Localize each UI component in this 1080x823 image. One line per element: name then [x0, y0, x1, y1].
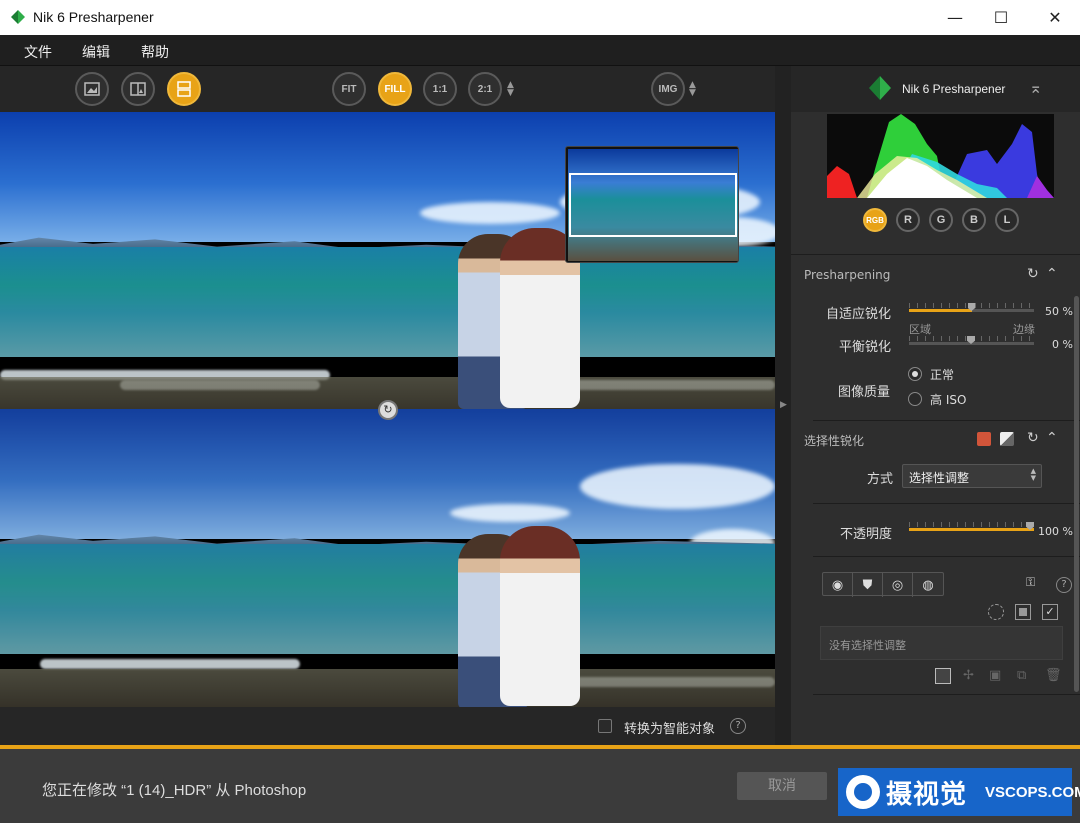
mask-view-icon[interactable] — [1015, 604, 1031, 620]
empty-list-text: 没有选择性调整 — [829, 639, 906, 652]
key-settings-icon[interactable]: ⚿ — [1026, 575, 1035, 590]
single-view-button[interactable] — [75, 72, 109, 106]
watermark-logo-icon — [846, 775, 880, 809]
panel-brand: Nik 6 Presharpener — [902, 82, 1006, 96]
selective-collapse-icon[interactable]: ⌃ — [1046, 430, 1058, 446]
histogram — [827, 114, 1054, 198]
img-stepper-icon[interactable]: ▲ ▼ — [689, 81, 697, 98]
ellipse-tool-icon[interactable]: ◎ — [883, 573, 913, 597]
maximize-button[interactable]: ☐ — [978, 0, 1024, 35]
split-view-icon — [130, 82, 146, 96]
navigator-thumbnail[interactable] — [565, 146, 739, 263]
help-icon[interactable]: ? — [730, 718, 746, 734]
watermark-text: 摄视觉 — [886, 780, 968, 810]
window-title: Nik 6 Presharpener — [33, 9, 154, 25]
preview-before — [0, 409, 775, 707]
channel-rgb-button[interactable]: RGB — [863, 208, 887, 232]
adjustments-list[interactable]: 没有选择性调整 — [820, 626, 1063, 660]
channel-l-button[interactable]: L — [995, 208, 1019, 232]
img-button[interactable]: IMG — [651, 72, 685, 106]
zoom-1to1-button[interactable]: 1:1 — [423, 72, 457, 106]
menu-help[interactable]: 帮助 — [141, 42, 169, 62]
zoom-fit-button[interactable]: FIT — [332, 72, 366, 106]
collapse-panel-icon[interactable]: ⌅ — [1029, 78, 1042, 97]
status-text: 您正在修改 “1 (14)_HDR” 从 Photoshop — [42, 782, 307, 799]
show-selection-icon[interactable] — [988, 604, 1004, 620]
quality-normal-label[interactable]: 正常 — [930, 366, 954, 383]
cancel-button[interactable]: 取消 — [737, 772, 827, 800]
preview-footer: 转换为智能对象 ? — [0, 707, 775, 745]
selective-help-icon[interactable]: ? — [1056, 577, 1072, 593]
balance-sharpening-label: 平衡锐化 — [839, 340, 892, 355]
single-view-icon — [84, 82, 100, 96]
balance-sharpening-value: 0 % — [1052, 338, 1073, 351]
selection-tools: ◉ ⛊ ◎ ◍ — [822, 572, 944, 597]
method-select[interactable]: 选择性调整 ▲ ▼ — [902, 464, 1042, 488]
bottom-bar: 您正在修改 “1 (14)_HDR” 从 Photoshop 取消 摄视觉 VS… — [0, 749, 1080, 823]
select-arrows-icon: ▲ ▼ — [1030, 467, 1036, 482]
selective-sharpening-title: 选择性锐化 — [804, 434, 865, 448]
channel-r-button[interactable]: R — [896, 208, 920, 232]
expand-arrow-icon[interactable]: ▶ — [780, 400, 787, 410]
split-view-button[interactable] — [121, 72, 155, 106]
channel-g-button[interactable]: G — [929, 208, 953, 232]
nik-app-icon — [11, 10, 25, 24]
region-label: 区域 — [909, 323, 931, 336]
delete-icon[interactable]: 🗑 — [1045, 668, 1062, 683]
add-point-icon[interactable]: ✢ — [963, 668, 974, 683]
presharpening-collapse-icon[interactable]: ⌃ — [1046, 266, 1058, 282]
opacity-label: 不透明度 — [840, 527, 893, 542]
control-point-tool-icon[interactable]: ◉ — [823, 573, 853, 597]
opacity-slider[interactable] — [909, 522, 1034, 536]
mask-toggle-icon[interactable] — [1000, 432, 1014, 446]
opacity-value: 100 % — [1038, 525, 1073, 538]
settings-panel: Nik 6 Presharpener ⌅ RGB R G B L Preshar… — [791, 66, 1080, 746]
panel-header: Nik 6 Presharpener ⌅ — [791, 66, 1080, 112]
menu-file[interactable]: 文件 — [24, 42, 52, 62]
panel-divider[interactable]: ▶ — [775, 66, 791, 746]
compare-view-button[interactable] — [167, 72, 201, 106]
adaptive-sharpening-slider[interactable] — [909, 303, 1034, 317]
watermark-logo: 摄视觉 VSCOPS.COM — [838, 768, 1080, 816]
lasso-tool-icon[interactable]: ◍ — [913, 573, 943, 597]
presharpening-reset-icon[interactable]: ↻ — [1027, 266, 1039, 282]
split-handle-icon[interactable]: ↻ — [378, 400, 398, 420]
panel-scrollbar[interactable] — [1074, 296, 1079, 692]
adaptive-sharpening-label: 自适应锐化 — [826, 307, 892, 322]
image-preview[interactable]: ↻ — [0, 112, 775, 707]
zoom-stepper-icon[interactable]: ▲ ▼ — [507, 81, 515, 98]
color-swatch[interactable] — [977, 432, 991, 446]
menu-edit[interactable]: 编辑 — [82, 42, 110, 62]
menu-bar: 文件 编辑 帮助 — [0, 35, 1080, 66]
edge-label: 边缘 — [1013, 323, 1035, 336]
watermark-url: VSCOPS.COM — [985, 784, 1080, 801]
brush-tool-icon[interactable]: ⛊ — [853, 573, 883, 597]
image-quality-label: 图像质量 — [838, 385, 891, 400]
zoom-2to1-button[interactable]: 2:1 — [468, 72, 502, 106]
preview-toolbar: FIT FILL 1:1 2:1 ▲ ▼ IMG ▲ ▼ — [0, 66, 775, 112]
channel-b-button[interactable]: B — [962, 208, 986, 232]
adaptive-sharpening-value: 50 % — [1045, 305, 1073, 318]
balance-sharpening-slider[interactable] — [909, 336, 1034, 350]
minimize-button[interactable]: — — [932, 0, 978, 35]
check-icon[interactable]: ✓ — [1042, 604, 1058, 620]
selective-reset-icon[interactable]: ↻ — [1027, 430, 1039, 446]
method-select-value: 选择性调整 — [909, 471, 970, 485]
quality-high-iso-label[interactable]: 高 ISO — [930, 391, 966, 408]
navigator-viewport[interactable] — [569, 173, 737, 237]
compare-view-icon — [177, 81, 191, 97]
title-bar: Nik 6 Presharpener — ☐ ✕ — [0, 0, 1080, 35]
group-folder-icon[interactable]: ▣ — [989, 668, 1001, 683]
zoom-fill-button[interactable]: FILL — [378, 72, 412, 106]
quality-normal-radio[interactable] — [908, 367, 922, 381]
invert-icon[interactable] — [935, 668, 951, 684]
nik-logo-icon — [869, 76, 891, 100]
duplicate-icon[interactable]: ⧉ — [1017, 668, 1026, 683]
smart-object-checkbox[interactable] — [598, 719, 612, 733]
close-button[interactable]: ✕ — [1032, 0, 1078, 35]
smart-object-label: 转换为智能对象 — [624, 722, 716, 737]
presharpening-title: Presharpening — [804, 268, 891, 282]
quality-high-iso-radio[interactable] — [908, 392, 922, 406]
method-label: 方式 — [867, 472, 894, 487]
